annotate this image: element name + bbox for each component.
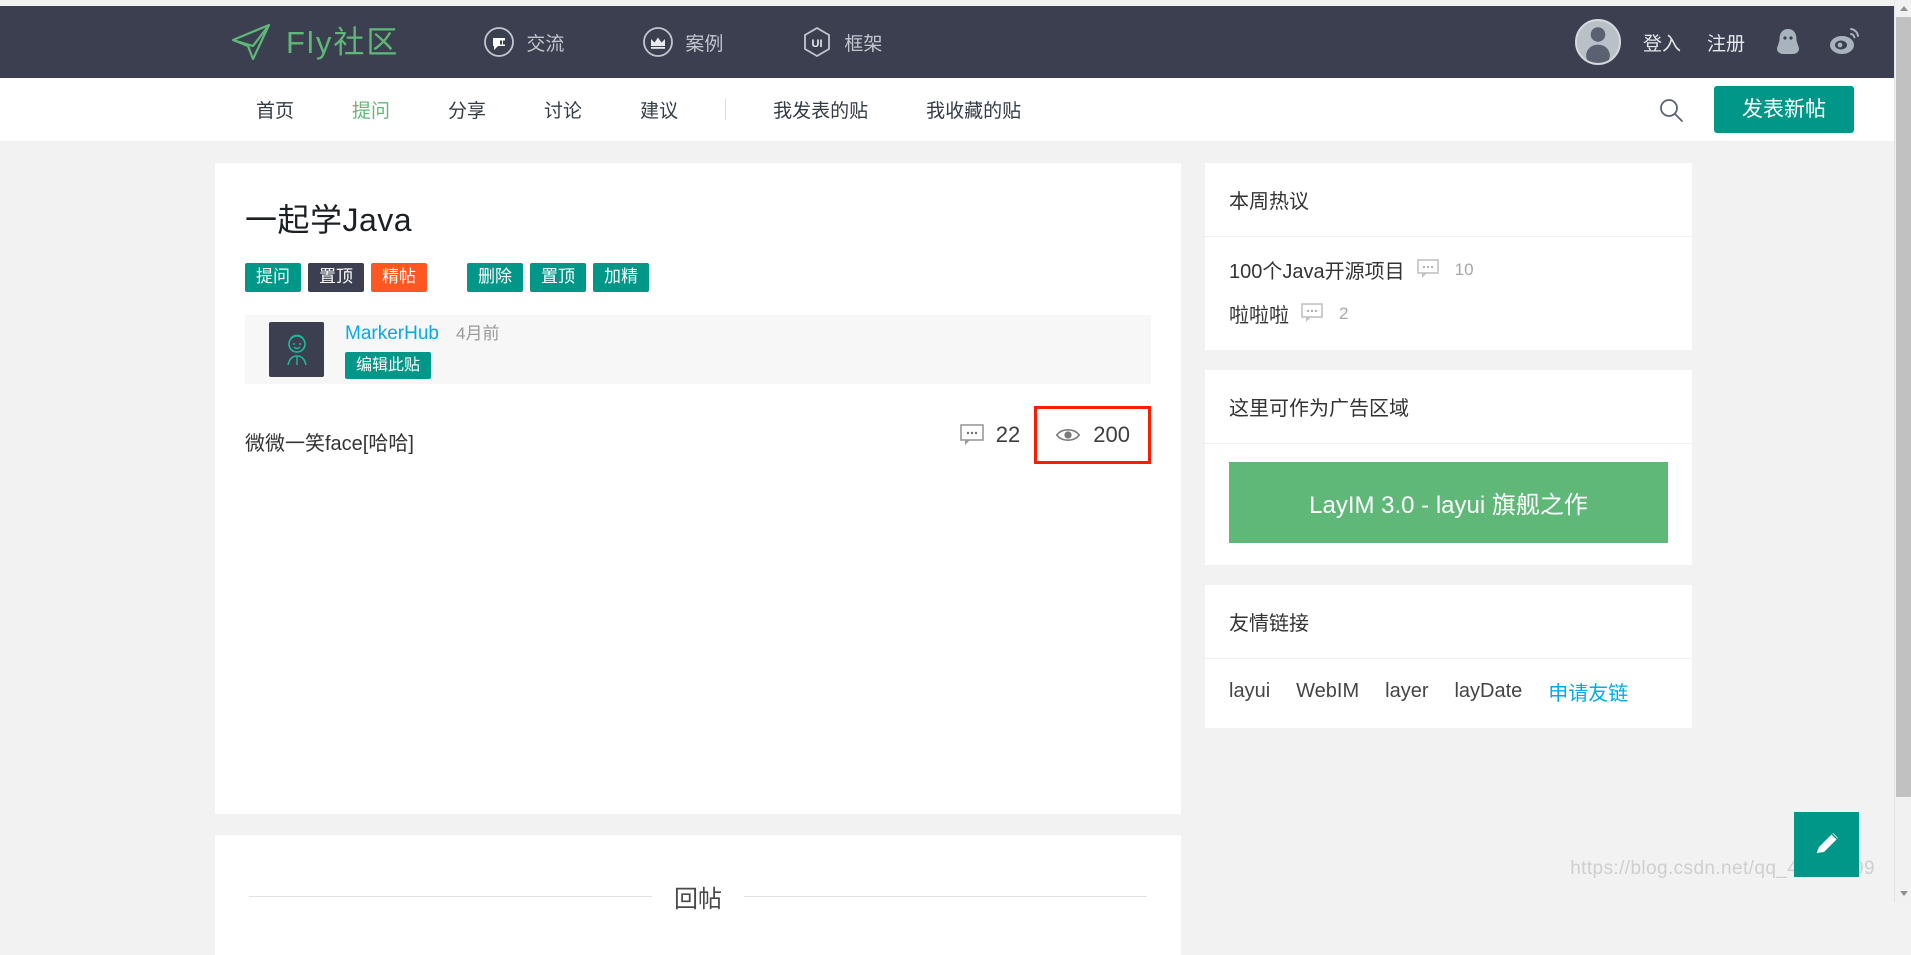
badge-top: 置顶	[308, 263, 364, 292]
friend-links-title: 友情链接	[1205, 585, 1692, 659]
page-title: 一起学Java	[245, 202, 413, 238]
friend-link-layui[interactable]: layui	[1229, 680, 1270, 703]
user-avatar-icon[interactable]	[1574, 19, 1621, 65]
advertisement-title: 这里可作为广告区域	[1205, 370, 1692, 444]
weibo-icon[interactable]	[1827, 25, 1861, 59]
view-count-highlight-box: 200	[1034, 406, 1151, 464]
svg-text:UI: UI	[812, 38, 823, 50]
header-nav-item-cases[interactable]: 案例	[642, 26, 723, 58]
tab-my-favorites[interactable]: 我收藏的贴	[897, 96, 1050, 123]
hot-topics-body: 100个Java开源项目 10 啦啦啦 2	[1205, 237, 1692, 350]
pin-button[interactable]: 置顶	[530, 263, 586, 292]
hot-item-title: 100个Java开源项目	[1229, 261, 1405, 283]
reply-section-title: 回帖	[674, 886, 722, 913]
tab-my-posts[interactable]: 我发表的贴	[744, 96, 897, 123]
search-icon[interactable]	[1656, 95, 1686, 125]
comment-count-value: 22	[995, 422, 1021, 447]
scrollbar-thumb[interactable]	[1896, 17, 1911, 797]
tab-discuss[interactable]: 讨论	[515, 96, 611, 123]
divider-line-right	[744, 896, 1147, 897]
advertisement-card: 这里可作为广告区域 LayIM 3.0 - layui 旗舰之作	[1205, 370, 1692, 565]
avatar-silhouette-icon	[1586, 27, 1610, 63]
post-time: 4月前	[455, 324, 500, 344]
main-column: 一起学Java 提问 置顶 精帖 删除 置顶 加精 22 200 MarkerH…	[215, 163, 1181, 955]
person-avatar-icon	[286, 334, 307, 366]
header-nav-item-exchange[interactable]: 交流	[483, 26, 564, 58]
reply-section-card: 回帖	[215, 835, 1181, 955]
comment-bubble-icon	[1301, 302, 1323, 322]
ad-banner[interactable]: LayIM 3.0 - layui 旗舰之作	[1229, 462, 1668, 543]
chat-bubble-icon	[484, 27, 515, 57]
view-count-value: 200	[1093, 422, 1130, 447]
tab-ask[interactable]: 提问	[323, 96, 419, 123]
eye-icon	[1056, 429, 1081, 441]
hot-topics-card: 本周热议 100个Java开源项目 10 啦啦啦 2	[1205, 163, 1692, 350]
brand-name: Fly社区	[286, 24, 400, 60]
edit-post-button[interactable]: 编辑此贴	[345, 352, 432, 380]
hot-item-count: 10	[1454, 259, 1474, 279]
feature-button[interactable]: 加精	[593, 263, 649, 292]
floating-compose-button[interactable]	[1794, 812, 1859, 877]
delete-button[interactable]: 删除	[467, 263, 523, 292]
header-nav: 交流 案例 UI 框架	[483, 26, 882, 58]
hot-topics-title: 本周热议	[1205, 163, 1692, 237]
avatar[interactable]	[269, 321, 324, 377]
post-operations: 删除 置顶 加精	[467, 263, 656, 292]
author-name-link[interactable]: MarkerHub	[345, 323, 439, 345]
site-header: Fly社区 交流 案例 UI 框架 登入 注册	[0, 6, 1894, 78]
author-line: MarkerHub 4月前	[345, 319, 499, 345]
friend-link-layer[interactable]: layer	[1385, 680, 1428, 703]
header-nav-label: 框架	[844, 33, 883, 55]
header-nav-label: 交流	[526, 33, 565, 55]
ui-hexagon-icon: UI	[804, 26, 831, 58]
nav-divider	[725, 99, 727, 120]
advertisement-body: LayIM 3.0 - layui 旗舰之作	[1205, 444, 1692, 565]
scroll-up-button[interactable]	[1895, 0, 1911, 17]
post-badges-row: 提问 置顶 精帖 删除 置顶 加精	[245, 263, 1151, 292]
secondary-nav-items: 首页 提问 分享 讨论 建议 我发表的贴 我收藏的贴	[227, 96, 1050, 123]
chevron-up-icon	[1899, 6, 1908, 11]
comment-bubble-icon	[959, 424, 984, 445]
tab-suggest[interactable]: 建议	[611, 96, 707, 123]
badge-ask: 提问	[245, 263, 301, 292]
new-post-button[interactable]: 发表新帖	[1714, 86, 1854, 133]
friend-links-card: 友情链接 layui WebIM layer layDate 申请友链	[1205, 585, 1692, 728]
hot-item-title: 啦啦啦	[1229, 305, 1289, 327]
badge-featured: 精帖	[371, 263, 427, 292]
pencil-icon	[1816, 832, 1838, 853]
header-right-area: 登入 注册	[1574, 19, 1894, 65]
apply-friend-link[interactable]: 申请友链	[1548, 677, 1628, 706]
post-card: 一起学Java 提问 置顶 精帖 删除 置顶 加精 22 200 MarkerH…	[215, 163, 1181, 814]
list-item[interactable]: 啦啦啦 2	[1229, 299, 1668, 328]
reply-section-divider: 回帖	[249, 879, 1147, 914]
scroll-down-button[interactable]	[1895, 885, 1911, 902]
friend-links-row: layui WebIM layer layDate 申请友链	[1229, 677, 1668, 706]
login-link[interactable]: 登入	[1643, 29, 1681, 56]
header-nav-label: 案例	[685, 33, 724, 55]
comment-count-stat: 22	[959, 422, 1021, 448]
secondary-nav-right: 发表新帖	[1656, 86, 1894, 133]
divider-line-left	[249, 896, 652, 897]
friend-link-webim[interactable]: WebIM	[1296, 680, 1359, 703]
crown-icon	[643, 27, 674, 57]
post-stats: 22 200	[959, 406, 1151, 464]
sidebar: 本周热议 100个Java开源项目 10 啦啦啦 2 这里可作为广告区域 Lay…	[1205, 163, 1692, 748]
list-item[interactable]: 100个Java开源项目 10	[1229, 255, 1668, 284]
tab-home[interactable]: 首页	[227, 96, 323, 123]
header-nav-item-framework[interactable]: UI 框架	[801, 26, 882, 58]
tab-share[interactable]: 分享	[419, 96, 515, 123]
page-scrollbar[interactable]	[1894, 0, 1911, 902]
register-link[interactable]: 注册	[1707, 29, 1745, 56]
brand-logo-link[interactable]: Fly社区	[231, 23, 399, 61]
author-meta: MarkerHub 4月前 编辑此贴	[345, 319, 499, 380]
qq-penguin-icon[interactable]	[1771, 25, 1805, 59]
friend-links-body: layui WebIM layer layDate 申请友链	[1205, 659, 1692, 728]
paper-plane-icon	[231, 23, 271, 61]
secondary-nav: 首页 提问 分享 讨论 建议 我发表的贴 我收藏的贴 发表新帖	[0, 78, 1894, 142]
post-author-bar: MarkerHub 4月前 编辑此贴	[245, 314, 1151, 384]
friend-link-laydate[interactable]: layDate	[1454, 680, 1522, 703]
chevron-down-icon	[1899, 891, 1908, 896]
comment-bubble-icon	[1416, 258, 1439, 278]
hot-item-count: 2	[1339, 303, 1349, 323]
